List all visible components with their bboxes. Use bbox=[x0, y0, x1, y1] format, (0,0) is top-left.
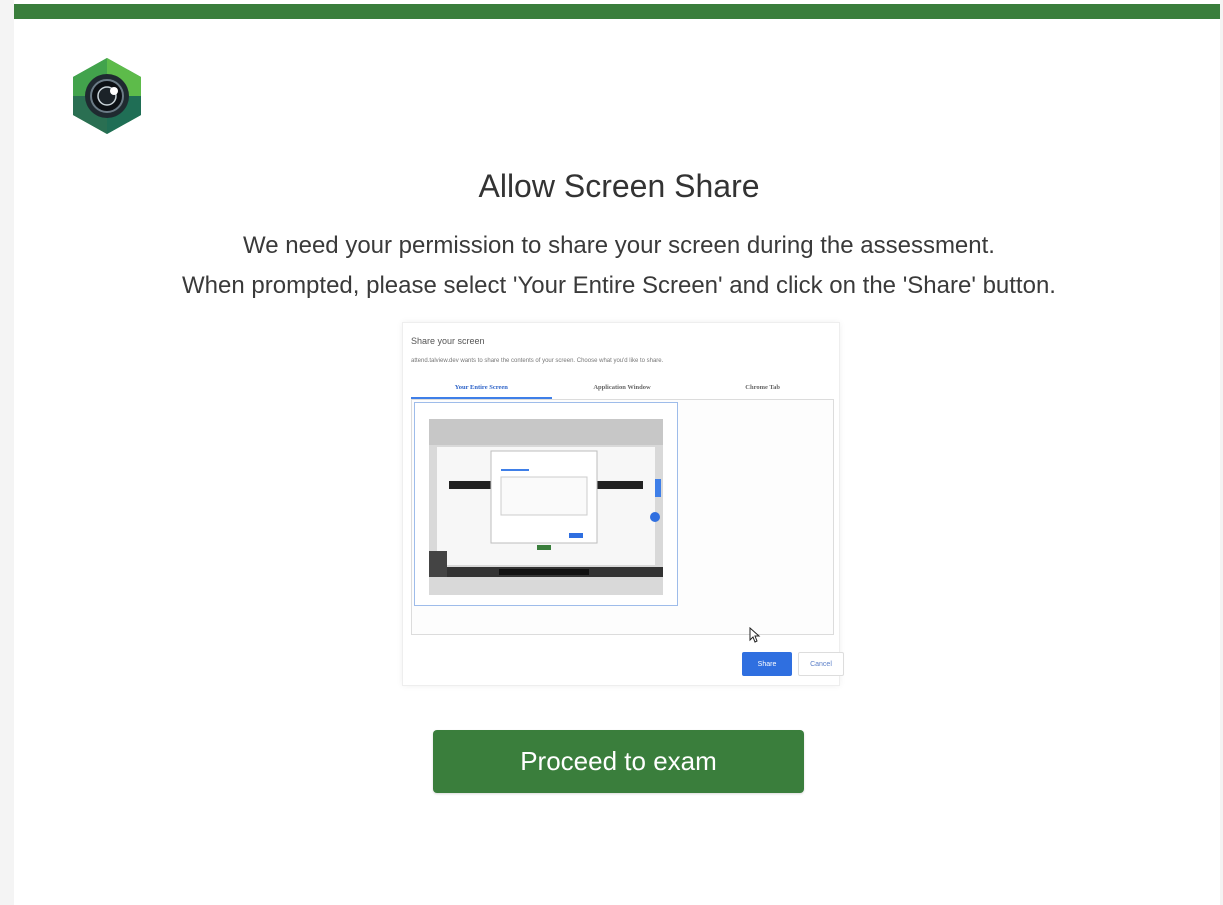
mouse-pointer-icon bbox=[749, 626, 761, 643]
tab-application-window: Application Window bbox=[593, 384, 651, 391]
dialog-share-button: Share bbox=[742, 652, 792, 676]
screen-thumbnail bbox=[414, 402, 678, 606]
dialog-tabs: Your Entire Screen Application Window Ch… bbox=[411, 379, 833, 399]
screen-share-page: Allow Screen Share We need your permissi… bbox=[14, 0, 1220, 905]
screen-preview bbox=[429, 419, 663, 595]
tab-entire-screen: Your Entire Screen bbox=[411, 379, 552, 399]
app-logo-icon bbox=[70, 56, 144, 136]
share-dialog-illustration: Share your screen attend.talview.dev wan… bbox=[402, 322, 844, 686]
dialog-body bbox=[411, 399, 834, 635]
top-accent-bar bbox=[14, 4, 1220, 19]
proceed-to-exam-button[interactable]: Proceed to exam bbox=[433, 730, 804, 793]
tab-chrome-tab: Chrome Tab bbox=[745, 384, 781, 391]
dialog-cancel-button: Cancel bbox=[798, 652, 844, 676]
instructions: We need your permission to share your sc… bbox=[14, 226, 1223, 306]
instruction-line: We need your permission to share your sc… bbox=[243, 232, 995, 259]
dialog-title: Share your screen bbox=[411, 336, 485, 346]
page-title: Allow Screen Share bbox=[478, 168, 760, 204]
instruction-line: When prompted, please select 'Your Entir… bbox=[182, 272, 1056, 299]
dialog-description: attend.talview.dev wants to share the co… bbox=[411, 358, 664, 364]
